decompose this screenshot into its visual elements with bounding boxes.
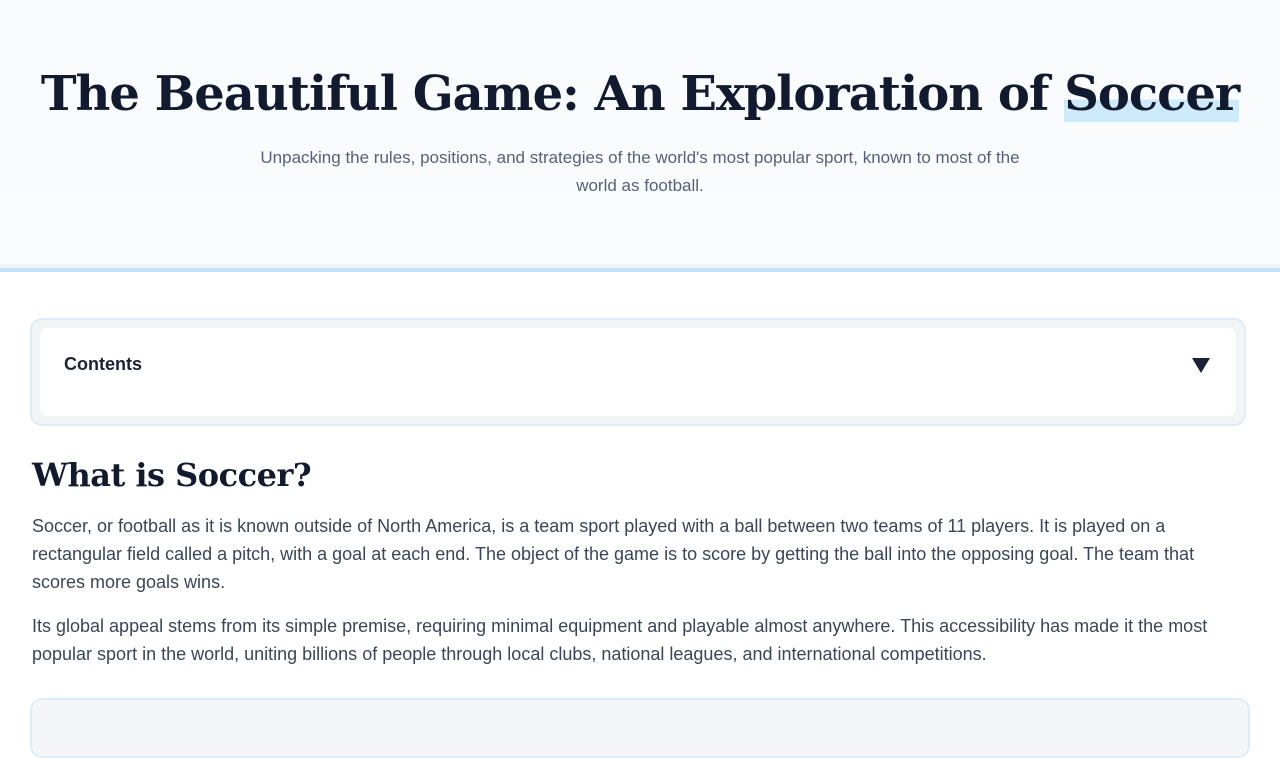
next-section-card [30,698,1250,758]
hero-header: The Beautiful Game: An Exploration of So… [0,0,1280,264]
table-of-contents: Contents [30,318,1246,426]
page-subtitle: Unpacking the rules, positions, and stra… [260,148,1020,195]
toc-toggle[interactable]: Contents [40,328,1236,416]
hero-divider [0,264,1280,272]
section-heading: What is Soccer? [32,456,312,494]
toc-title: Contents [64,354,142,374]
page-title: The Beautiful Game: An Exploration of So… [0,64,1280,124]
page-title-main: The Beautiful Game: An Exploration of [40,66,1065,122]
section-paragraph: Soccer, or football as it is known outsi… [32,516,1195,592]
caret-down-icon[interactable] [1192,358,1210,373]
page-title-highlight: Soccer [1064,66,1240,122]
section-paragraph: Its global appeal stems from its simple … [32,616,1208,664]
